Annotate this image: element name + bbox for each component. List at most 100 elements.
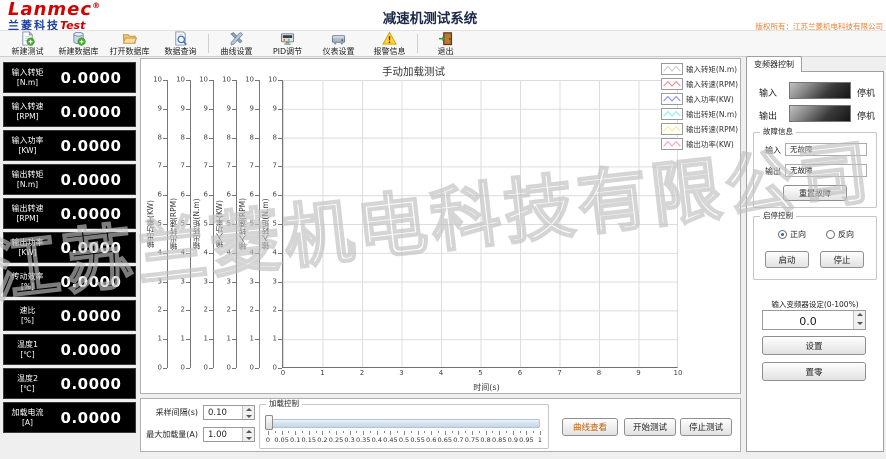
gauge-value: 0.0000 <box>60 238 122 257</box>
toolbar-button-label: 新建数据库 <box>58 47 99 56</box>
spinner-down-icon[interactable] <box>243 435 254 442</box>
gauge-value: 0.0000 <box>60 136 122 155</box>
load-control-group: 加载控制 0 0.05 0.1 0.15 0.2 0.25 0.3 0.35 0.4 0.45 0.… <box>259 399 549 449</box>
y-axis-0: 输出功率(KW) 0 1 2 3 4 5 6 7 8 9 10 <box>145 76 168 371</box>
chart-legend: 输入转矩(N.m) 输入转速(RPM) 输入功率(KW) 输出转矩(N.m) 输出转速(… <box>660 63 738 150</box>
gauge-input-power: 输入功率 [KW] 0.0000 <box>3 130 136 161</box>
radio-forward-label: 正向 <box>790 230 806 239</box>
gauge-panel: 输入转矩 [N.m] 0.0000 输入转速 [RPM] 0.0000 输入功率 [KW] 0.… <box>3 62 136 433</box>
toolbar-button-label: 报警信息 <box>373 47 406 56</box>
legend-item: 输入功率(KW) <box>660 93 738 105</box>
setpoint-value[interactable]: 0.0 <box>763 311 853 329</box>
gauge-label: 温度2 [℃] <box>16 373 39 393</box>
output-status-bar <box>789 105 851 122</box>
legend-item: 输出功率(KW) <box>660 138 738 150</box>
spinner-buttons[interactable] <box>853 311 865 329</box>
x-axis-ticks: 0 1 2 3 4 5 6 7 8 9 10 <box>280 369 683 377</box>
load-slider-handle[interactable] <box>265 415 273 430</box>
spinner-buttons[interactable] <box>242 428 254 441</box>
fault-input-label: 输入 <box>765 146 781 155</box>
setpoint-input[interactable]: 0.0 <box>762 310 866 330</box>
chart-panel: 手动加载测试 输出功率(KW) 0 1 2 3 4 5 6 7 8 9 10 输出转速(RPM) 0 1 2 3… <box>140 58 741 394</box>
gauge-load-current: 加载电流 [A] 0.0000 <box>3 402 136 433</box>
instrument-settings-icon <box>331 31 346 46</box>
input-fault-field[interactable]: 无故障 <box>785 143 867 156</box>
legend-line-icon <box>660 108 683 120</box>
gauge-label: 输入转速 [RPM] <box>11 101 44 121</box>
start-test-button[interactable]: 开始测试 <box>624 418 676 436</box>
zero-button[interactable]: 置零 <box>762 362 866 381</box>
max-load-value[interactable]: 1.00 <box>204 428 242 441</box>
tab-inverter-control[interactable]: 变频器控制 <box>746 56 802 72</box>
toolbar-button-open-database[interactable]: 打开数据库 <box>104 31 155 56</box>
toolbar-button-label: 打开数据库 <box>109 47 150 56</box>
radio-unselected-icon <box>826 230 835 239</box>
exit-icon <box>438 31 453 46</box>
y-axis-4: 输入转速(RPM) 0 1 2 3 4 5 6 7 8 9 10 <box>237 76 260 371</box>
fault-info-group: 故障信息 输入 无故障 输出 无故障 重置故障 <box>753 127 877 208</box>
y-axis-2: 输出转矩(N.m) 0 1 2 3 4 5 6 7 8 9 10 <box>191 76 214 371</box>
spinner-down-icon[interactable] <box>243 413 254 420</box>
spinner-up-icon[interactable] <box>854 311 865 320</box>
sample-interval-label: 采样间隔(s) <box>155 408 198 417</box>
legend-item: 输出转矩(N.m) <box>660 108 738 120</box>
legend-label: 输入功率(KW) <box>685 94 734 104</box>
toolbar-separator <box>208 34 209 53</box>
gauge-label: 加载电流 [A] <box>11 407 44 427</box>
toolbar-button-exit[interactable]: 退出 <box>420 31 471 56</box>
fault-output-label: 输出 <box>765 167 781 176</box>
radio-reverse[interactable]: 反向 <box>826 229 854 240</box>
toolbar-button-label: PID调节 <box>272 47 303 56</box>
legend-item: 输入转矩(N.m) <box>660 63 738 75</box>
curve-settings-icon <box>229 31 244 46</box>
open-database-icon <box>122 31 137 46</box>
toolbar-button-new-database[interactable]: 新建数据库 <box>53 31 104 56</box>
gauge-label: 输入转矩 [N.m] <box>11 67 44 87</box>
toolbar-button-alarm-info[interactable]: 报警信息 <box>364 31 415 56</box>
run-start-button[interactable]: 启动 <box>765 251 809 268</box>
gauge-output-torque: 输出转矩 [N.m] 0.0000 <box>3 164 136 195</box>
setpoint-label: 输入变频器设定(0-100%) <box>771 300 859 309</box>
toolbar-button-instrument-settings[interactable]: 仪表设置 <box>313 31 364 56</box>
radio-reverse-label: 反向 <box>838 230 854 239</box>
sample-interval-input[interactable]: 0.10 <box>203 405 255 420</box>
gauge-output-power: 输出功率 [KW] 0.0000 <box>3 232 136 263</box>
toolbar-button-label: 新建测试 <box>11 47 44 56</box>
toolbar-button-label: 退出 <box>437 47 454 56</box>
toolbar-separator <box>417 34 418 53</box>
output-status-row: 输出 停机 <box>747 105 883 123</box>
stop-test-button[interactable]: 停止测试 <box>680 418 732 436</box>
legend-label: 输出功率(KW) <box>685 139 734 149</box>
lanmec-logo: Lanmec® 兰菱科技Test <box>8 1 101 32</box>
legend-line-icon <box>660 123 683 135</box>
toolbar-button-pid-tuning[interactable]: PID调节 <box>262 31 313 56</box>
gauge-label: 输出功率 [KW] <box>11 237 44 257</box>
curve-view-button[interactable]: 曲线查看 <box>562 418 618 436</box>
input-status-row: 输入 停机 <box>747 82 883 100</box>
reset-fault-button[interactable]: 重置故障 <box>783 185 847 201</box>
gauge-label: 速比 [%] <box>19 305 36 325</box>
output-fault-field[interactable]: 无故障 <box>785 164 867 177</box>
toolbar-button-label: 曲线设置 <box>220 47 253 56</box>
spinner-down-icon[interactable] <box>854 320 865 329</box>
spinner-buttons[interactable] <box>242 406 254 419</box>
run-stop-button[interactable]: 停止 <box>820 251 864 268</box>
pid-tuning-icon <box>280 31 295 46</box>
load-slider-track[interactable] <box>268 419 540 428</box>
legend-line-icon <box>660 63 683 75</box>
gauge-label: 输出转矩 [N.m] <box>11 169 44 189</box>
set-button[interactable]: 设置 <box>762 336 866 355</box>
toolbar-button-data-query[interactable]: 数据查询 <box>155 31 206 56</box>
legend-label: 输入转速(RPM) <box>685 79 738 89</box>
gauge-value: 0.0000 <box>60 408 122 427</box>
run-control-group: 启停控制 正向 反向 启动 停止 <box>753 211 877 280</box>
max-load-input[interactable]: 1.00 <box>203 427 255 442</box>
sample-interval-value[interactable]: 0.10 <box>204 406 242 419</box>
toolbar-button-new-test[interactable]: 新建测试 <box>2 31 53 56</box>
new-test-icon <box>20 31 35 46</box>
gauge-value: 0.0000 <box>60 374 122 393</box>
gauge-value: 0.0000 <box>60 68 122 87</box>
legend-label: 输出转速(RPM) <box>685 124 738 134</box>
toolbar-button-curve-settings[interactable]: 曲线设置 <box>211 31 262 56</box>
radio-forward[interactable]: 正向 <box>778 229 806 240</box>
